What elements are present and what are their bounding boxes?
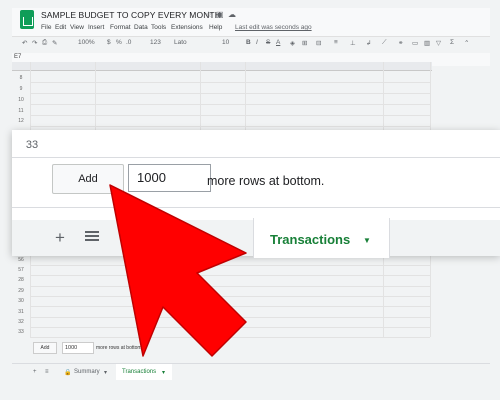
row-header[interactable]: 11 bbox=[12, 108, 30, 114]
row-header[interactable]: 33 bbox=[12, 329, 30, 335]
rows-suffix-label: more rows at bottom. bbox=[207, 174, 325, 188]
comment-icon[interactable]: ▭ bbox=[412, 39, 418, 47]
divider bbox=[12, 207, 500, 208]
paint-format-icon[interactable]: ✎ bbox=[52, 39, 57, 47]
menu-file[interactable]: File bbox=[41, 24, 51, 31]
last-edit-link[interactable]: Last edit was seconds ago bbox=[235, 24, 312, 31]
menu-edit[interactable]: Edit bbox=[55, 24, 66, 31]
star-icon[interactable]: ☆ bbox=[205, 10, 212, 19]
rotate-icon[interactable]: ⟋ bbox=[382, 39, 387, 47]
align-icon[interactable]: ≡ bbox=[334, 39, 338, 46]
collapse-icon[interactable]: ⌃ bbox=[464, 39, 469, 47]
grid-line bbox=[200, 62, 201, 130]
grid-line bbox=[383, 255, 384, 337]
currency-button[interactable]: $ bbox=[107, 39, 111, 46]
undo-icon[interactable]: ↶ bbox=[22, 39, 27, 47]
decimals-button[interactable]: .0 bbox=[126, 39, 131, 46]
menu-data[interactable]: Data bbox=[134, 24, 148, 31]
row-header[interactable]: 28 bbox=[12, 277, 30, 283]
rows-suffix-label-small: more rows at bottom. bbox=[96, 345, 143, 351]
text-color-icon[interactable]: A bbox=[276, 39, 280, 46]
merge-icon[interactable]: ⊟ bbox=[316, 39, 321, 47]
table-row[interactable] bbox=[30, 94, 430, 105]
all-sheets-icon[interactable]: ≡ bbox=[45, 369, 49, 375]
row-header[interactable]: 9 bbox=[12, 86, 30, 92]
document-title[interactable]: SAMPLE BUDGET TO COPY EVERY MONTH bbox=[41, 10, 221, 20]
caret-down-icon[interactable]: ▾ bbox=[104, 369, 107, 376]
grid-line bbox=[95, 62, 96, 130]
rows-count-input[interactable]: 1000 bbox=[128, 164, 211, 192]
column-header-bar bbox=[12, 62, 432, 71]
grid-line bbox=[30, 62, 31, 130]
caret-down-icon[interactable]: ▾ bbox=[162, 369, 165, 376]
grid-line bbox=[430, 255, 431, 337]
caret-down-icon[interactable]: ▼ bbox=[363, 236, 371, 245]
functions-icon[interactable]: Σ bbox=[450, 39, 454, 46]
print-icon[interactable]: ⎙ bbox=[42, 39, 47, 47]
grid-line bbox=[383, 62, 384, 130]
move-folder-icon[interactable]: ▣ bbox=[216, 10, 224, 19]
row-header[interactable]: 31 bbox=[12, 309, 30, 315]
add-sheet-icon[interactable]: + bbox=[55, 228, 65, 248]
row-header[interactable]: 12 bbox=[12, 118, 30, 124]
menu-format[interactable]: Format bbox=[110, 24, 131, 31]
all-sheets-icon[interactable] bbox=[85, 231, 99, 243]
row-header[interactable]: 8 bbox=[12, 75, 30, 81]
divider bbox=[12, 157, 500, 158]
table-row[interactable] bbox=[30, 265, 430, 276]
zoom-select[interactable]: 100% bbox=[78, 39, 95, 46]
valign-icon[interactable]: ⊥ bbox=[350, 39, 356, 47]
menu-extensions[interactable]: Extensions bbox=[171, 24, 203, 31]
row-header[interactable]: 56 bbox=[12, 257, 30, 263]
row-header[interactable]: 57 bbox=[12, 267, 30, 273]
font-size-select[interactable]: 10 bbox=[222, 39, 229, 46]
add-rows-button[interactable]: Add bbox=[52, 164, 124, 194]
add-sheet-icon[interactable]: + bbox=[33, 369, 37, 375]
menu-view[interactable]: View bbox=[70, 24, 84, 31]
redo-icon[interactable]: ↷ bbox=[32, 39, 37, 47]
row-header[interactable]: 10 bbox=[12, 97, 30, 103]
wrap-icon[interactable]: ↲ bbox=[366, 39, 371, 47]
name-box[interactable]: E7 bbox=[14, 54, 21, 60]
menu-insert[interactable]: Insert bbox=[88, 24, 104, 31]
chart-icon[interactable]: ▥ bbox=[424, 39, 430, 47]
lock-icon: 🔒 bbox=[64, 370, 72, 376]
table-row[interactable] bbox=[30, 105, 430, 116]
row-header-zoomed[interactable]: 33 bbox=[12, 135, 52, 155]
more-formats-button[interactable]: 123 bbox=[150, 39, 161, 46]
link-icon[interactable]: ⚭ bbox=[398, 39, 403, 47]
table-row[interactable] bbox=[30, 296, 430, 307]
borders-icon[interactable]: ⊞ bbox=[302, 39, 307, 47]
grid-line bbox=[245, 62, 246, 130]
row-header[interactable]: 30 bbox=[12, 298, 30, 304]
grid-line bbox=[30, 255, 31, 337]
menu-tools[interactable]: Tools bbox=[151, 24, 166, 31]
menu-help[interactable]: Help bbox=[209, 24, 222, 31]
percent-button[interactable]: % bbox=[116, 39, 122, 46]
table-row[interactable] bbox=[30, 83, 430, 94]
add-rows-button-small[interactable]: Add bbox=[33, 342, 57, 354]
bold-icon[interactable]: B bbox=[246, 39, 251, 46]
table-row[interactable] bbox=[30, 327, 430, 338]
cloud-status-icon[interactable]: ☁ bbox=[228, 10, 236, 19]
filter-icon[interactable]: ▽ bbox=[436, 39, 441, 47]
italic-icon[interactable]: I bbox=[256, 39, 258, 46]
table-row[interactable] bbox=[30, 116, 430, 127]
font-select[interactable]: Lato bbox=[174, 39, 187, 46]
table-row[interactable] bbox=[30, 72, 430, 83]
tab-transactions-label-small[interactable]: Transactions bbox=[122, 369, 156, 375]
sheets-logo-icon[interactable] bbox=[20, 10, 34, 29]
tab-summary[interactable]: Summary bbox=[74, 369, 100, 375]
tab-transactions-label[interactable]: Transactions bbox=[270, 232, 350, 247]
fill-color-icon[interactable]: ◈ bbox=[290, 39, 295, 47]
row-header[interactable]: 29 bbox=[12, 288, 30, 294]
row-header[interactable]: 32 bbox=[12, 319, 30, 325]
rows-count-input-small[interactable]: 1000 bbox=[62, 342, 94, 354]
grid-line bbox=[430, 62, 431, 130]
strikethrough-icon[interactable]: S bbox=[266, 39, 270, 46]
